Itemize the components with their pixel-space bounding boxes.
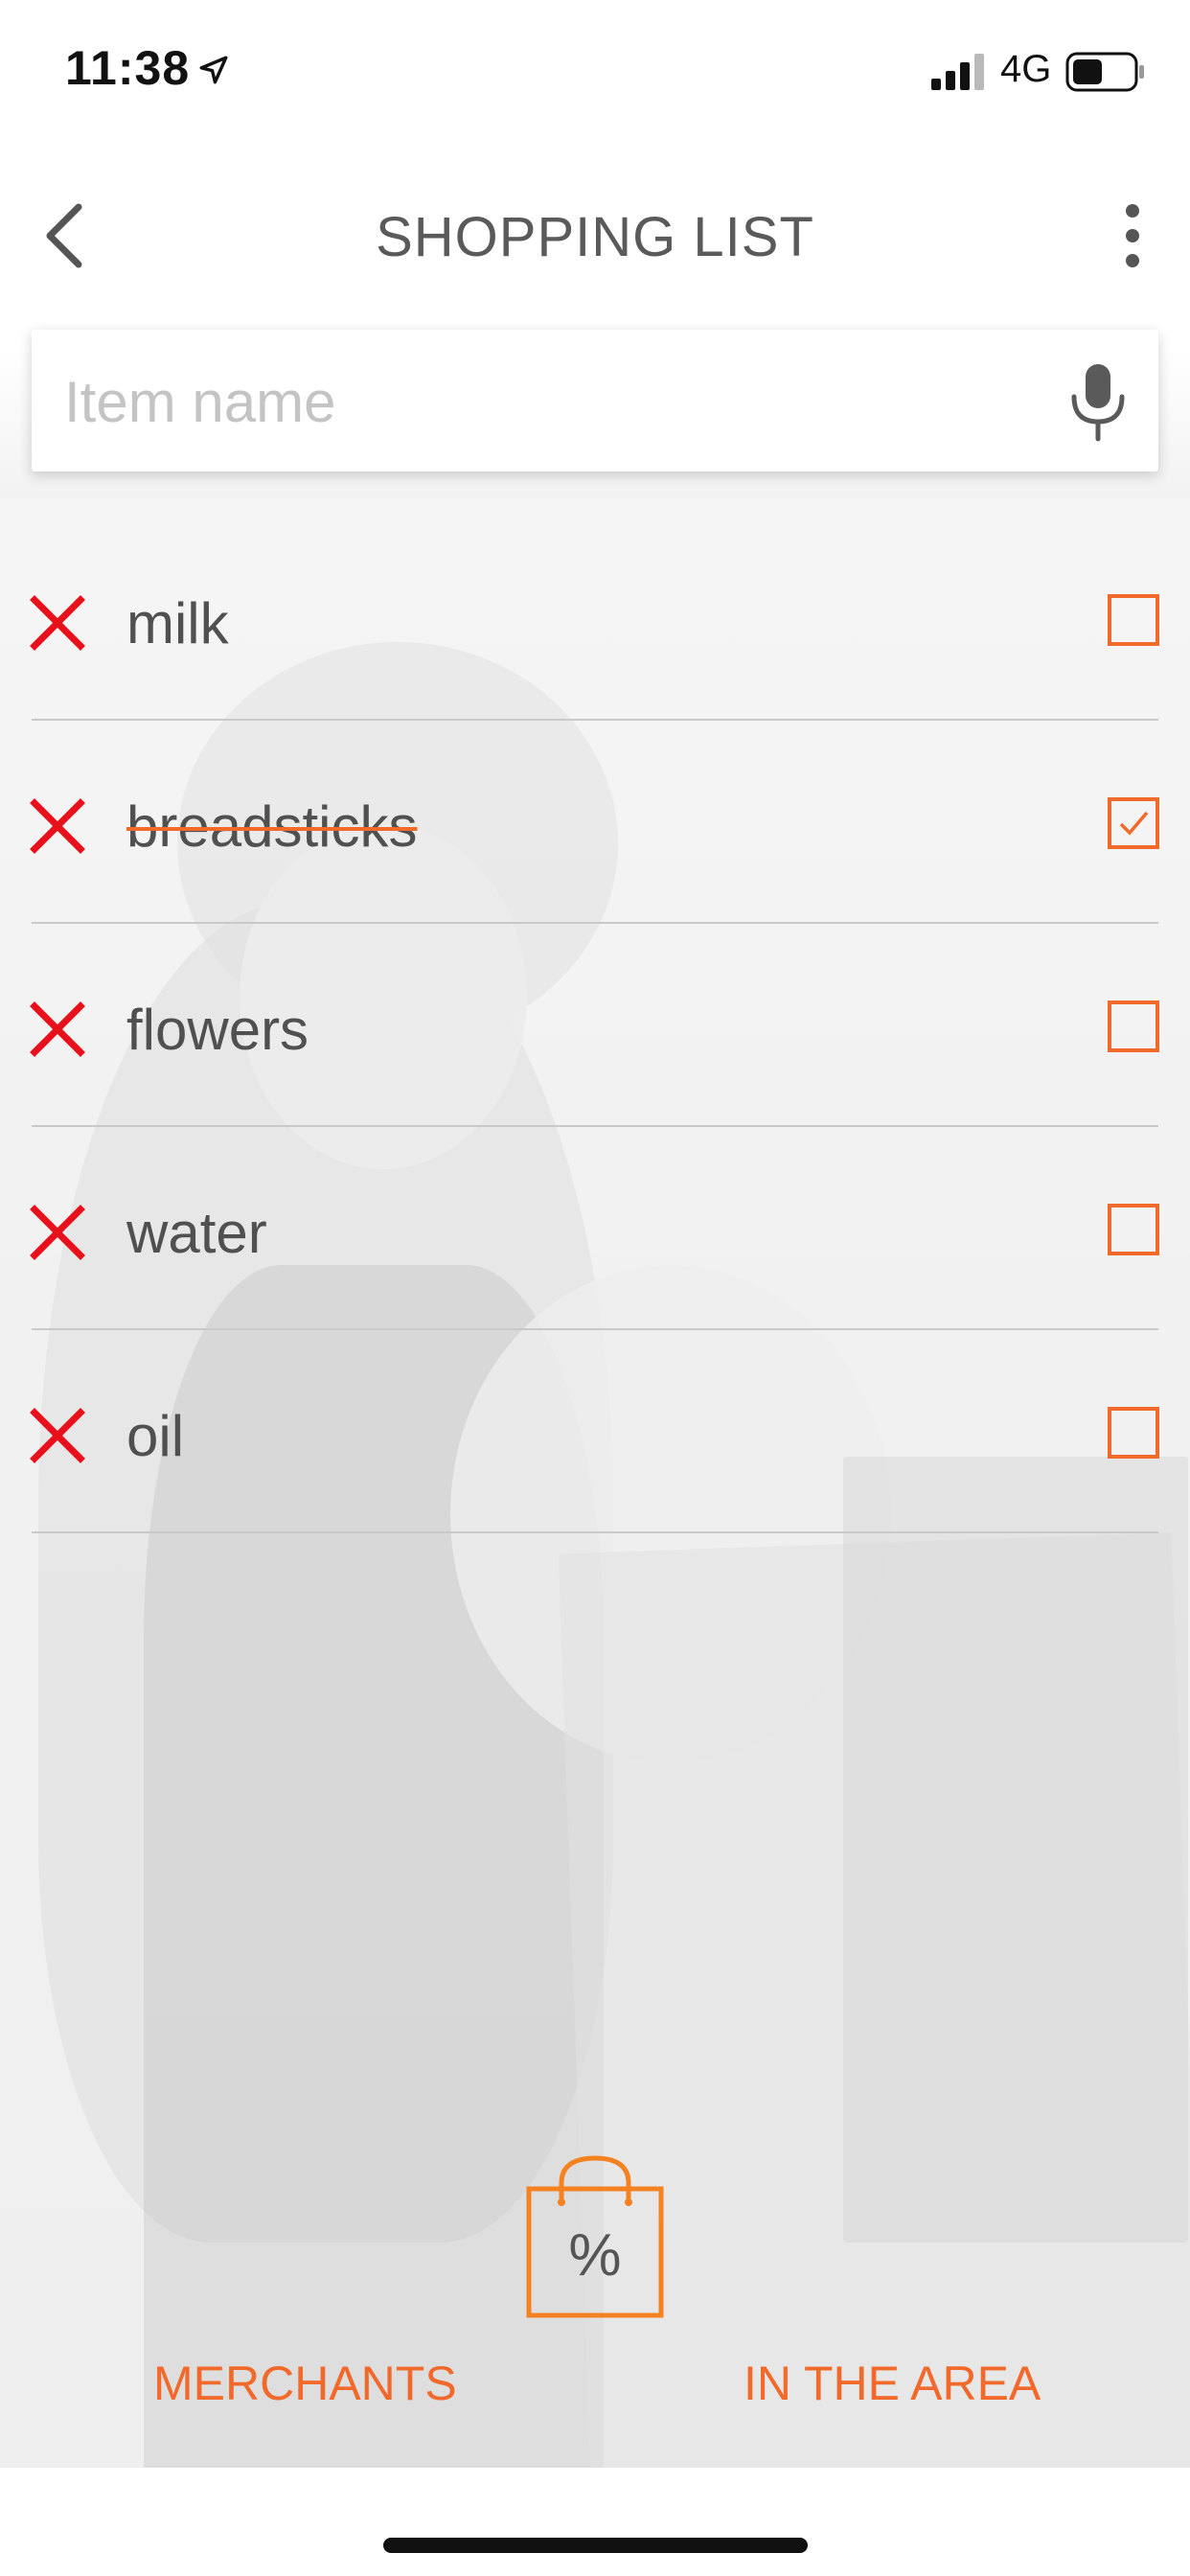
battery-icon: [1065, 52, 1144, 92]
item-name-input[interactable]: [64, 358, 1022, 445]
network-type: 4G: [1000, 48, 1052, 90]
close-icon: [30, 595, 85, 651]
item-label: flowers: [126, 998, 309, 1062]
tab-in-the-area[interactable]: IN THE AREA: [744, 2356, 1041, 2411]
status-bar: 11:38 4G: [0, 0, 1190, 125]
item-checkbox[interactable]: [1108, 1407, 1159, 1459]
item-label: breadsticks: [126, 794, 418, 859]
page-title: SHOPPING LIST: [376, 206, 814, 268]
shopping-list: milk breadsticks flowers water oil: [0, 518, 1190, 1533]
more-options-button[interactable]: [1102, 197, 1163, 274]
item-checkbox[interactable]: [1108, 1000, 1159, 1052]
delete-item-button[interactable]: [27, 795, 88, 857]
status-time: 11:38: [65, 41, 191, 95]
bag-percent-label: %: [568, 2222, 621, 2288]
delete-item-button[interactable]: [27, 1202, 88, 1263]
item-label: milk: [126, 591, 229, 656]
item-label: water: [126, 1201, 267, 1265]
home-indicator[interactable]: [383, 2538, 808, 2553]
item-checkbox-checked[interactable]: [1108, 797, 1159, 849]
location-arrow-icon: [199, 56, 228, 84]
voice-input-button[interactable]: [1064, 362, 1132, 443]
deals-button[interactable]: %: [525, 2147, 665, 2319]
divider: [32, 1531, 1158, 1533]
signal-icon: [931, 54, 984, 90]
bottom-bar: % MERCHANTS IN THE AREA: [0, 2137, 1190, 2468]
close-icon: [30, 1001, 85, 1057]
item-label: oil: [126, 1404, 185, 1468]
shopping-bag-percent-icon: %: [526, 2155, 664, 2318]
more-vertical-icon: [1126, 204, 1139, 267]
list-item: oil: [0, 1330, 1190, 1533]
item-name-field: [32, 330, 1158, 472]
delete-item-button[interactable]: [27, 592, 88, 654]
tab-merchants[interactable]: MERCHANTS: [153, 2356, 457, 2411]
list-item: breadsticks: [0, 721, 1190, 924]
microphone-icon: [1071, 364, 1125, 442]
item-checkbox[interactable]: [1108, 594, 1159, 646]
close-icon: [30, 798, 85, 854]
list-item: flowers: [0, 924, 1190, 1127]
delete-item-button[interactable]: [27, 1405, 88, 1466]
checkmark-icon: [1119, 811, 1149, 836]
close-icon: [30, 1408, 85, 1463]
item-checkbox[interactable]: [1108, 1204, 1159, 1255]
close-icon: [30, 1205, 85, 1260]
list-item: milk: [0, 518, 1190, 721]
nav-bar: SHOPPING LIST: [0, 172, 1190, 297]
home-indicator-area: [0, 2468, 1190, 2576]
delete-item-button[interactable]: [27, 999, 88, 1060]
list-item: water: [0, 1127, 1190, 1330]
